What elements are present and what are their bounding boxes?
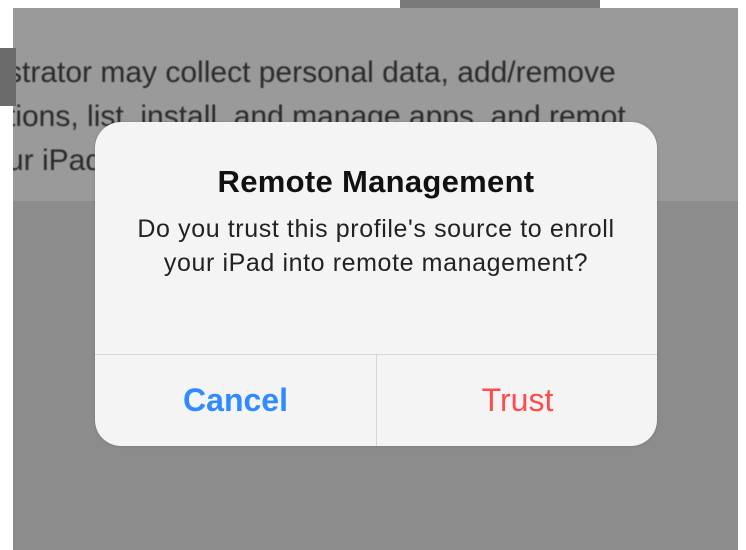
- trust-button[interactable]: Trust: [377, 355, 657, 446]
- background-text-line: strator may collect personal data, add/r…: [13, 56, 616, 89]
- left-edge-strip: [0, 48, 16, 106]
- background-text-line: ur iPad: [13, 144, 103, 177]
- cancel-button[interactable]: Cancel: [95, 355, 376, 446]
- top-edge-tab: [400, 0, 600, 8]
- alert-message: Do you trust this profile's source to en…: [137, 215, 615, 277]
- device-frame: strator may collect personal data, add/r…: [0, 0, 746, 550]
- alert-title: Remote Management: [217, 164, 535, 199]
- remote-management-alert: Remote Management Do you trust this prof…: [95, 122, 657, 446]
